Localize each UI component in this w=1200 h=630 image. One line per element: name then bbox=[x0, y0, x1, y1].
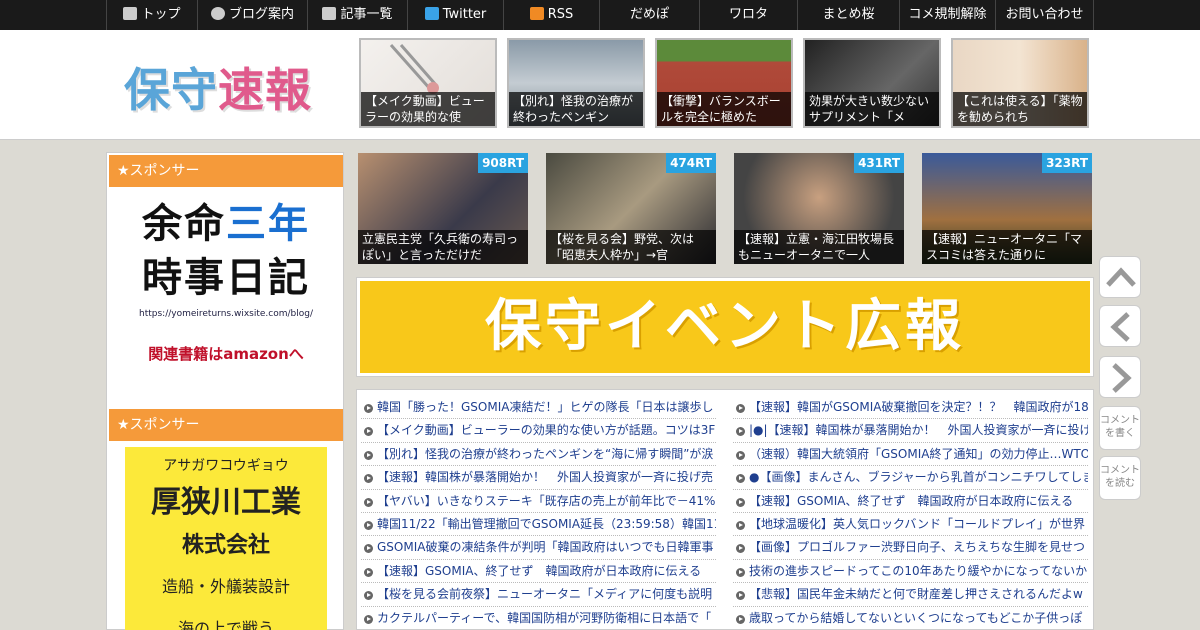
list-item[interactable]: 【メイク動画】ビューラーの効果的な使い方が話題。コツは3F bbox=[361, 419, 716, 443]
thumb-caption: 【メイク動画】ビューラーの効果的な使 bbox=[361, 92, 495, 126]
nav-warota[interactable]: ワロタ bbox=[700, 0, 798, 30]
article-list-right: 【速報】韓国がGSOMIA破棄撤回を決定？！？ 韓国政府が18時 |●|【速報】韓… bbox=[733, 396, 1088, 629]
rt-article-card[interactable]: 431RT 【速報】立憲・海江田牧場長もニューオータニで一人 bbox=[734, 153, 904, 264]
nav-damepo[interactable]: だめぽ bbox=[600, 0, 700, 30]
rt-caption: 【速報】立憲・海江田牧場長もニューオータニで一人 bbox=[734, 230, 904, 264]
rt-caption: 【桜を見る会】野党、次は「昭恵夫人枠か」→官 bbox=[546, 230, 716, 264]
prev-article-button[interactable] bbox=[1099, 305, 1141, 347]
sponsor-ad-asagawa[interactable]: アサガワコウギョウ 厚狭川工業 株式会社 造船・外艤装設計 海の上で戦う bbox=[125, 447, 327, 630]
sponsor-heading: ★スポンサー bbox=[109, 155, 343, 187]
amazon-link[interactable]: 関連書籍はamazonへ bbox=[119, 343, 333, 364]
home-icon bbox=[123, 7, 138, 20]
header-article-thumb[interactable]: 効果が大きい数少ないサプリメント「メ bbox=[803, 38, 941, 128]
sponsor-heading: ★スポンサー bbox=[109, 409, 343, 441]
info-icon bbox=[210, 7, 225, 20]
rt-article-card[interactable]: 323RT 【速報】ニューオータニ「マスコミは答えた通りに bbox=[922, 153, 1092, 264]
list-item[interactable]: 【桜を見る会前夜祭】ニューオータニ「メディアに何度も説明 bbox=[361, 583, 716, 607]
rt-caption: 【速報】ニューオータニ「マスコミは答えた通りに bbox=[922, 230, 1092, 264]
nav-rss[interactable]: RSS bbox=[504, 0, 600, 30]
article-lists: 韓国「勝った！GSOMIA凍結だ！」ヒゲの隊長「日本は譲歩し 【メイク動画】ビュー… bbox=[356, 389, 1094, 630]
site-header: 保守速報 【メイク動画】ビューラーの効果的な使 【別れ】怪我の治療が終わったペン… bbox=[0, 30, 1200, 140]
list-item[interactable]: 【ヤバい】いきなりステーキ「既存店の売上が前年比で－41% bbox=[361, 490, 716, 513]
scroll-top-button[interactable] bbox=[1099, 256, 1141, 298]
chevron-left-icon bbox=[1110, 312, 1130, 342]
list-item[interactable]: ●【画像】まんさん、ブラジャーから乳首がコンニチワしてしま bbox=[733, 466, 1088, 490]
header-article-thumb[interactable]: 【別れ】怪我の治療が終わったペンギン bbox=[507, 38, 645, 128]
thumb-caption: 【別れ】怪我の治療が終わったペンギン bbox=[509, 92, 643, 126]
list-item[interactable]: 技術の進歩スピードってこの10年あたり緩やかになってないか bbox=[733, 560, 1088, 584]
top-nav: トップ ブログ案内 記事一覧 Twitter RSS だめぽ ワロタ まとめ桜 … bbox=[0, 0, 1200, 30]
chevron-right-icon bbox=[1112, 363, 1132, 393]
twitter-icon bbox=[424, 7, 439, 20]
list-item[interactable]: 【画像】プロゴルファー渋野日向子、えちえちな生脚を見せつ bbox=[733, 536, 1088, 560]
next-article-button[interactable] bbox=[1099, 356, 1141, 398]
list-item[interactable]: 【速報】GSOMIA、終了せず 韓国政府が日本政府に伝える bbox=[361, 560, 716, 584]
nav-blog-guide[interactable]: ブログ案内 bbox=[198, 0, 308, 30]
list-item[interactable]: 【地球温暖化】英人気ロックバンド「コールドプレイ」が世界 bbox=[733, 513, 1088, 537]
rt-badge: 474RT bbox=[666, 153, 716, 173]
comment-write-button[interactable]: コメントを書く bbox=[1099, 406, 1141, 450]
rt-badge: 908RT bbox=[478, 153, 528, 173]
thumb-caption: 効果が大きい数少ないサプリメント「メ bbox=[805, 92, 939, 126]
rt-caption: 立憲民主党「久兵衛の寿司っぽい」と言っただけだ bbox=[358, 230, 528, 264]
thumb-caption: 【これは使える】「薬物を勧められち bbox=[953, 92, 1087, 126]
list-item[interactable]: 【速報】韓国がGSOMIA破棄撤回を決定？！？ 韓国政府が18時 bbox=[733, 396, 1088, 420]
comment-read-button[interactable]: コメントを読む bbox=[1099, 456, 1141, 500]
event-banner[interactable]: 保守イベント広報 bbox=[356, 277, 1094, 377]
nav-contact[interactable]: お問い合わせ bbox=[996, 0, 1094, 30]
nav-article-list[interactable]: 記事一覧 bbox=[308, 0, 408, 30]
list-item[interactable]: |●|【速報】韓国株が暴落開始か！ 外国人投資家が一斉に投げ bbox=[733, 419, 1088, 443]
list-item[interactable]: 【速報】GSOMIA、終了せず 韓国政府が日本政府に伝える bbox=[733, 490, 1088, 513]
nav-comment-unblock[interactable]: コメ規制解除 bbox=[900, 0, 996, 30]
list-item[interactable]: 韓国11/22「輸出管理撤回でGSOMIA延長（23:59:58）韓国11/23 bbox=[361, 513, 716, 537]
chevron-up-icon bbox=[1106, 267, 1136, 287]
nav-matome-sakura[interactable]: まとめ桜 bbox=[798, 0, 900, 30]
header-article-thumb[interactable]: 【これは使える】「薬物を勧められち bbox=[951, 38, 1089, 128]
list-item[interactable]: カクテルパーティーで、韓国国防相が河野防衛相に日本語で「 bbox=[361, 607, 716, 629]
rt-article-card[interactable]: 474RT 【桜を見る会】野党、次は「昭恵夫人枠か」→官 bbox=[546, 153, 716, 264]
header-article-thumb[interactable]: 【衝撃】バランスボールを完全に極めた bbox=[655, 38, 793, 128]
list-item[interactable]: 韓国「勝った！GSOMIA凍結だ！」ヒゲの隊長「日本は譲歩し bbox=[361, 396, 716, 420]
nav-top[interactable]: トップ bbox=[106, 0, 198, 30]
rt-badge: 323RT bbox=[1042, 153, 1092, 173]
list-item[interactable]: 【別れ】怪我の治療が終わったペンギンを“海に帰す瞬間”が涙 bbox=[361, 443, 716, 467]
nav-twitter[interactable]: Twitter bbox=[408, 0, 504, 30]
article-list-left: 韓国「勝った！GSOMIA凍結だ！」ヒゲの隊長「日本は譲歩し 【メイク動画】ビュー… bbox=[361, 396, 716, 629]
list-icon bbox=[322, 7, 337, 20]
rt-badge: 431RT bbox=[854, 153, 904, 173]
sponsor-ad-yomei[interactable]: 余命三年 時事日記 https://yomeireturns.wixsite.c… bbox=[119, 197, 333, 387]
eyelash-curler-image bbox=[389, 44, 439, 94]
list-item[interactable]: GSOMIA破棄の凍結条件が判明「韓国政府はいつでも日韓軍事 bbox=[361, 536, 716, 560]
list-item[interactable]: （速報）韓国大統領府「GSOMIA終了通知」の効力停止…WTO bbox=[733, 443, 1088, 467]
rt-article-card[interactable]: 908RT 立憲民主党「久兵衛の寿司っぽい」と言っただけだ bbox=[358, 153, 528, 264]
thumb-caption: 【衝撃】バランスボールを完全に極めた bbox=[657, 92, 791, 126]
site-logo[interactable]: 保守速報 bbox=[124, 54, 312, 120]
list-item[interactable]: 【速報】韓国株が暴落開始か！ 外国人投資家が一斉に投げ売 bbox=[361, 466, 716, 490]
rss-icon bbox=[529, 7, 544, 20]
header-article-thumb[interactable]: 【メイク動画】ビューラーの効果的な使 bbox=[359, 38, 497, 128]
list-item[interactable]: 【悲報】国民年金未納だと何で財産差し押さえされるんだよw bbox=[733, 583, 1088, 607]
sidebar: ★スポンサー 余命三年 時事日記 https://yomeireturns.wi… bbox=[106, 152, 344, 630]
list-item[interactable]: 歳取ってから結婚してないといくつになってもどこか子供っぽ bbox=[733, 607, 1088, 629]
